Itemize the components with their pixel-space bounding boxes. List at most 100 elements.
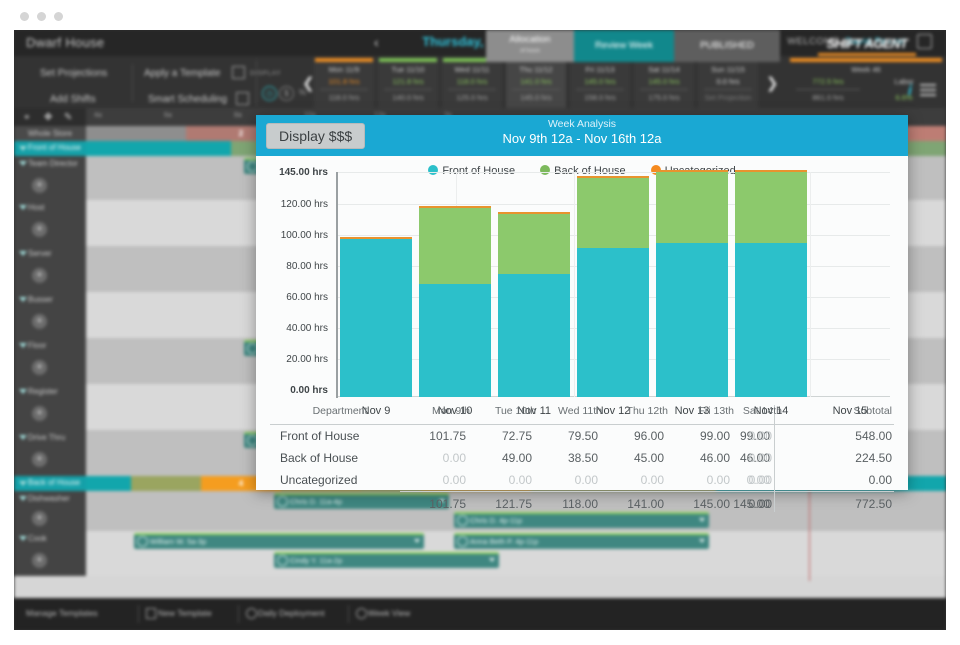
add-shift-button[interactable]: + [32,452,47,467]
bar-nov-10[interactable] [419,206,491,397]
day-card-sun[interactable]: Sun 11/15 0.0 hrs Set Projection [698,58,758,108]
day-card-sat[interactable]: Sat 11/14 145.0 hrs 175.0 hrs [634,58,694,108]
day-card-fri[interactable]: Fri 11/13 145.0 hrs 158.0 hrs [570,58,630,108]
day-card-thu[interactable]: Thu 11/12 141.0 hrs 145.0 hrs [506,58,566,108]
tab-allocation[interactable]: Allocation of hours [486,30,574,62]
chevron-down-icon[interactable] [19,205,27,210]
chevron-down-icon[interactable] [19,343,27,348]
prev-week-button[interactable]: ❮ [302,74,315,92]
row-label-server[interactable]: Server + [14,246,86,292]
row-label-dishwasher[interactable]: Dishwasher + [14,491,86,531]
shift-label: William W. 5a-3p [150,537,207,546]
week-view-button[interactable]: Week View [368,608,410,618]
row-label-whole-store[interactable]: Whole Store [14,126,86,141]
set-projections-button[interactable]: Set Projections [40,68,107,79]
chevron-down-icon[interactable] [19,389,27,394]
clock-icon [137,536,148,547]
tab-allocation-sublabel: of hours [520,48,540,54]
day-projected-hours: Set Projection [704,93,752,102]
chevron-down-icon[interactable] [19,251,27,256]
tab-review-week[interactable]: Review Week [574,30,674,62]
add-shift-button[interactable]: + [32,268,47,283]
new-template-button[interactable]: New Template [158,608,212,618]
day-card-tue[interactable]: Tue 11/10 121.8 hrs 140.0 hrs [378,58,438,108]
bar-nov-13[interactable] [656,170,728,397]
day-projected-hours: 158.0 hrs [584,93,616,102]
pencil-icon[interactable]: ✎ [64,112,72,123]
modal-header: Display $$$ Week Analysis Nov 9th 12a - … [256,115,908,156]
row-label-floor[interactable]: Floor + [14,338,86,384]
dept-label-back-of-house[interactable]: Back of House [14,476,86,491]
add-shift-button[interactable]: + [32,314,47,329]
bar-nov-12[interactable] [577,176,649,397]
chevron-down-icon[interactable] [19,496,27,501]
add-shift-button[interactable]: + [32,178,47,193]
chevron-down-icon[interactable] [19,146,27,151]
add-shift-button[interactable]: + [32,406,47,421]
chevron-down-icon[interactable] [19,161,27,166]
info-icon[interactable]: i [908,82,912,99]
row-label-register[interactable]: Register + [14,384,86,430]
column-header-department: Department [312,405,368,417]
hamburger-menu-icon[interactable] [920,84,936,99]
hour-label: 4a [94,112,102,119]
add-shift-button[interactable]: + [32,553,47,568]
daily-deployment-button[interactable]: Daily Deployment [258,608,325,618]
window-minimize-dot[interactable] [37,12,46,21]
window-close-dot[interactable] [20,12,29,21]
row-label-host[interactable]: Host + [14,200,86,246]
add-shift-button[interactable]: + [32,222,47,237]
bar-nov-14[interactable] [735,170,807,397]
row-label-text: Host [28,203,45,212]
day-card-wed[interactable]: Wed 11/11 118.0 hrs 125.0 hrs [442,58,502,108]
chevron-down-icon[interactable] [489,558,495,562]
bar-nov-9[interactable] [340,237,412,397]
add-shifts-button[interactable]: Add Shifts [50,94,96,105]
clock-icon[interactable]: ◷ [262,86,277,101]
window-maximize-dot[interactable] [54,12,63,21]
chevron-down-icon[interactable] [699,539,705,543]
chevron-down-icon[interactable] [19,435,27,440]
chevron-down-icon[interactable] [19,536,27,541]
row-label-team-director[interactable]: Team Director + [14,156,86,200]
row-label-cook[interactable]: Cook + [14,531,86,576]
copy-schedule-icon[interactable] [236,92,249,105]
modal-subtitle: Nov 9th 12a - Nov 16th 12a [502,131,662,146]
week-divider [796,89,860,90]
day-card-mon[interactable]: Mon 11/9 101.8 hrs 118.0 hrs [314,58,374,108]
dept-label-front-of-house[interactable]: Front of House [14,141,86,156]
day-name: Sun 11/15 [711,65,745,74]
select-icon[interactable]: ⌖ [24,112,30,123]
next-week-button[interactable]: ❯ [766,74,779,92]
move-icon[interactable]: ✥ [44,112,52,123]
tab-published[interactable]: PUBLISHED [674,30,780,62]
chevron-down-icon[interactable] [19,481,27,486]
chevron-down-icon[interactable] [19,297,27,302]
bar-segment-front-of-house [498,273,570,397]
smart-scheduling-button[interactable]: Smart Scheduling [148,94,227,105]
shift-block[interactable]: Anna Beth P. 4p-11p [454,533,709,549]
bar-segment-uncategorized [340,237,412,240]
week-projected-hours: 861.0 hrs [812,93,844,102]
add-shift-button[interactable]: + [32,360,47,375]
store-name: Dwarf House [26,35,105,50]
day-actual-hours: 121.8 hrs [392,77,424,86]
chevron-down-icon[interactable] [699,518,705,522]
manage-templates-button[interactable]: Manage Templates [26,608,98,618]
upload-template-icon[interactable] [232,66,245,79]
shift-block[interactable]: William W. 5a-3p [134,533,424,549]
apply-template-button[interactable]: Apply a Template [144,68,221,79]
day-divider [640,89,688,90]
hour-label: 6a [164,112,172,119]
row-label-busser[interactable]: Busser + [14,292,86,338]
dollar-icon[interactable]: $ [279,86,294,101]
shift-block[interactable]: Cindy Y. 11a-2p [274,552,499,568]
bar-nov-11[interactable] [498,211,570,397]
cell-sun: 0.00 [748,473,772,487]
gridline-vertical [574,172,575,397]
row-label-drive-thru[interactable]: Drive Thru + [14,430,86,476]
chevron-down-icon[interactable] [414,539,420,543]
add-shift-button[interactable]: + [32,511,47,526]
toolbar-divider [132,64,133,102]
week-summary-card[interactable]: Week 46 772.5 hrs Labor 861.0 hrs 6.6% [790,58,946,108]
